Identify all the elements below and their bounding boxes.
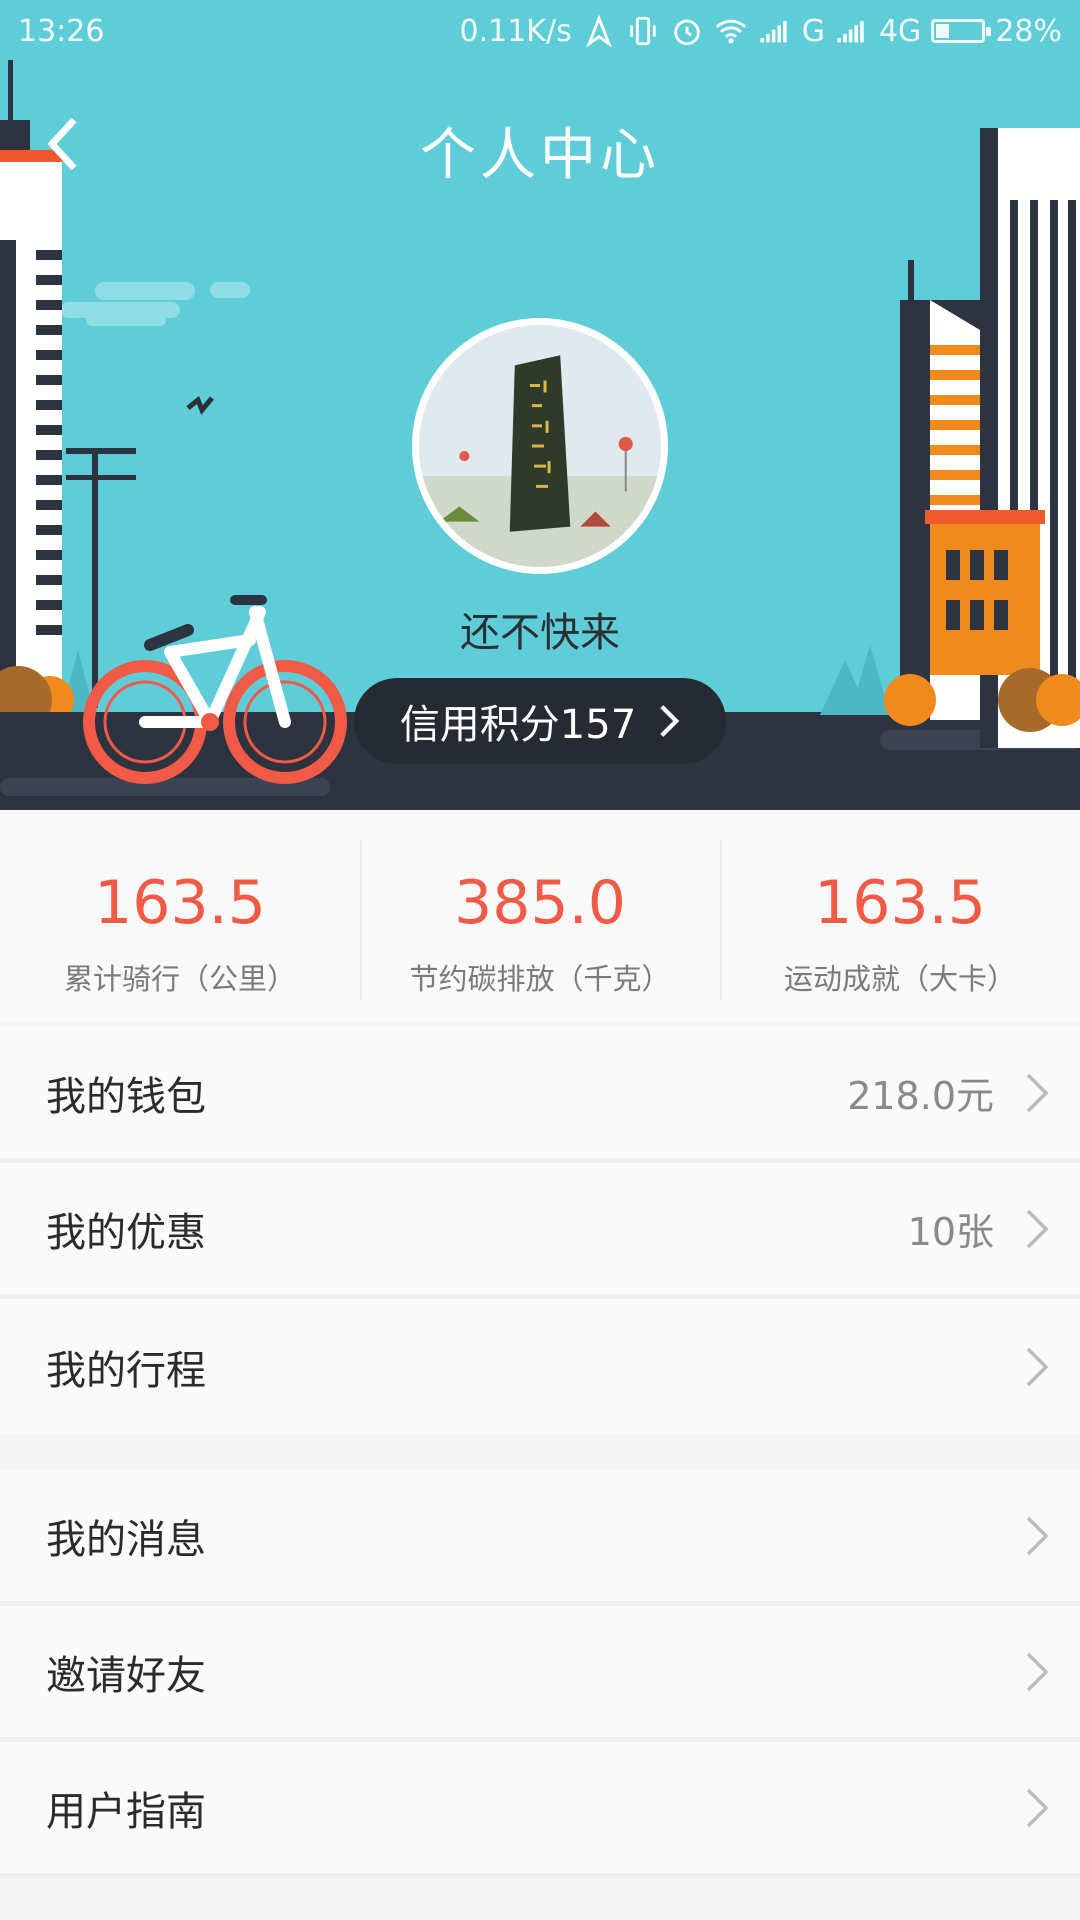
- menu-item-coupons[interactable]: 我的优惠 10张: [0, 1163, 1080, 1299]
- wallet-balance: 218.0元: [847, 1074, 994, 1118]
- menu-item-label: 我的消息: [46, 1516, 206, 1563]
- menu-item-messages[interactable]: 我的消息: [0, 1470, 1080, 1606]
- menu-item-trips[interactable]: 我的行程: [0, 1299, 1080, 1435]
- menu-item-user-guide[interactable]: 用户指南: [0, 1742, 1080, 1878]
- coupon-count: 10张: [907, 1210, 994, 1254]
- top-navigation: 个人中心: [0, 100, 1080, 190]
- menu-item-label: 我的钱包: [46, 1073, 206, 1120]
- menu-item-wallet[interactable]: 我的钱包 218.0元: [0, 1027, 1080, 1163]
- battery-percent: 28%: [995, 13, 1062, 49]
- status-bar: 13:26 0.11K/s G 4G 28%: [0, 0, 1080, 62]
- menu-group-more: 我的消息 邀请好友 用户指南: [0, 1470, 1080, 1878]
- signal-icon: [758, 14, 792, 48]
- credit-score-button[interactable]: 信用积分157: [354, 678, 726, 764]
- stat-calories: 163.5 运动成就（大卡）: [720, 810, 1080, 1022]
- status-time: 13:26: [18, 13, 105, 49]
- stat-label: 累计骑行（公里）: [63, 962, 296, 996]
- chevron-right-icon: [1024, 1345, 1050, 1389]
- stat-label: 节约碳排放（千克）: [409, 962, 671, 996]
- menu-item-label: 邀请好友: [46, 1652, 206, 1699]
- stat-ride-distance: 163.5 累计骑行（公里）: [0, 810, 360, 1022]
- alarm-icon: [670, 14, 704, 48]
- stat-value: 163.5: [814, 868, 986, 938]
- avatar[interactable]: [412, 318, 668, 574]
- page-title: 个人中心: [420, 123, 660, 188]
- menu-item-label: 用户指南: [46, 1788, 206, 1835]
- signal-4g-label: 4G: [878, 13, 922, 49]
- chevron-right-icon: [1024, 1650, 1050, 1694]
- stat-value: 163.5: [94, 868, 266, 938]
- menu-item-label: 我的行程: [46, 1348, 206, 1394]
- vibrate-icon: [626, 14, 660, 48]
- avatar-photo: [419, 325, 661, 567]
- menu-item-label: 我的优惠: [46, 1209, 206, 1256]
- chevron-right-icon: [1024, 1786, 1050, 1830]
- chevron-right-icon: [1024, 1207, 1050, 1251]
- wifi-icon: [714, 14, 748, 48]
- menu-group-account: 我的钱包 218.0元 我的优惠 10张 我的行程: [0, 1027, 1080, 1435]
- profile-header: 13:26 0.11K/s G 4G 28% 个人中心 还不快来 信用积分157: [0, 0, 1080, 810]
- stat-carbon-saved: 385.0 节约碳排放（千克）: [360, 810, 720, 1022]
- stats-panel: 163.5 累计骑行（公里） 385.0 节约碳排放（千克） 163.5 运动成…: [0, 810, 1080, 1022]
- credit-score-label: 信用积分157: [399, 702, 637, 748]
- signal-g-label: G: [801, 13, 825, 49]
- navigation-icon: [582, 14, 616, 48]
- battery-icon: [931, 19, 992, 43]
- stat-label: 运动成就（大卡）: [783, 962, 1016, 996]
- username: 还不快来: [460, 610, 620, 656]
- chevron-right-icon: [1024, 1514, 1050, 1558]
- stat-value: 385.0: [454, 868, 626, 938]
- net-speed: 0.11K/s: [459, 13, 572, 49]
- signal-4g-icon: [835, 14, 869, 48]
- menu-item-invite-friends[interactable]: 邀请好友: [0, 1606, 1080, 1742]
- chevron-right-icon: [1024, 1071, 1050, 1115]
- battery-level: [936, 24, 949, 38]
- chevron-right-icon: [660, 705, 680, 737]
